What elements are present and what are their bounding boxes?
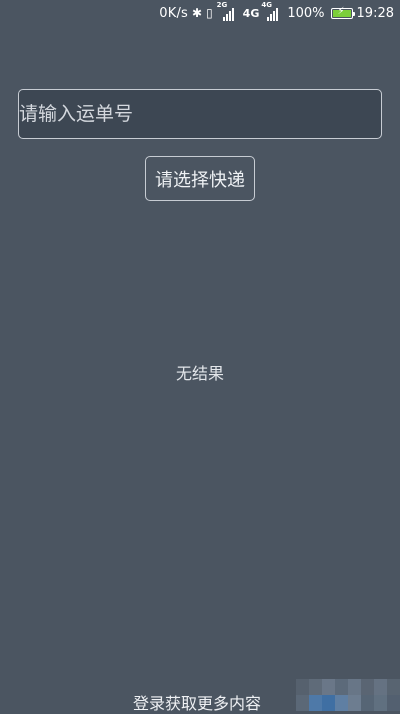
no-result-text: 无结果 xyxy=(175,364,224,383)
status-bar: 0K/s ✱ ▯ 2G 4G 4G 100% ⚡ 19:28 xyxy=(0,0,400,28)
network-speed: 0K/s xyxy=(159,5,188,21)
battery-percent: 100% xyxy=(287,5,325,21)
tracking-number-input[interactable] xyxy=(18,89,382,139)
login-prompt-link[interactable]: 登录获取更多内容 xyxy=(133,690,261,714)
vibrate-icon: ▯ xyxy=(206,6,213,20)
clock: 19:28 xyxy=(356,5,394,21)
battery-icon: ⚡ xyxy=(330,6,355,19)
signal-icon-sim2: 4G xyxy=(261,1,283,21)
network-type: 4G xyxy=(242,6,260,20)
signal-icon-sim1: 2G xyxy=(217,1,239,21)
mosaic-blur xyxy=(296,679,400,711)
bluetooth-icon: ✱ xyxy=(192,6,203,20)
select-courier-button[interactable]: 请选择快递 xyxy=(145,156,255,201)
status-indicators: 0K/s ✱ ▯ 2G 4G 4G 100% ⚡ 19:28 xyxy=(159,1,394,21)
